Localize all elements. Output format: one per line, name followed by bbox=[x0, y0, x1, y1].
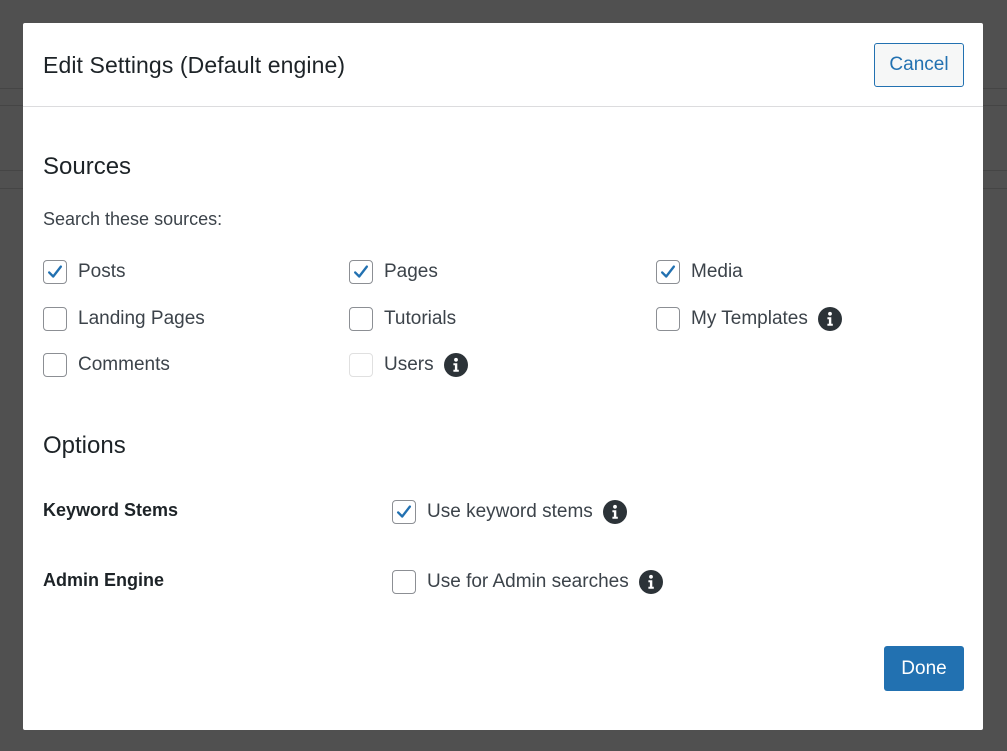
source-option-posts[interactable]: Posts bbox=[43, 259, 126, 285]
keyword-stems-checkbox-label: Use keyword stems bbox=[427, 501, 593, 522]
my-templates-checkbox[interactable] bbox=[656, 307, 680, 331]
source-option-comments[interactable]: Comments bbox=[43, 352, 170, 378]
source-label-comments: Comments bbox=[78, 354, 170, 375]
source-option-media[interactable]: Media bbox=[656, 259, 743, 285]
options-heading: Options bbox=[43, 432, 126, 459]
source-option-my-templates[interactable]: My Templates bbox=[656, 306, 842, 332]
source-label-landing-pages: Landing Pages bbox=[78, 308, 205, 329]
landing-pages-checkbox[interactable] bbox=[43, 307, 67, 331]
checkmark-icon bbox=[47, 265, 63, 278]
info-icon[interactable] bbox=[443, 353, 468, 377]
dialog-title: Edit Settings (Default engine) bbox=[43, 52, 346, 78]
source-option-pages[interactable]: Pages bbox=[349, 259, 438, 285]
tutorials-checkbox[interactable] bbox=[349, 307, 373, 331]
sources-heading: Sources bbox=[43, 153, 132, 180]
keyword-stems-checkbox[interactable] bbox=[392, 500, 416, 524]
dialog-header: Edit Settings (Default engine) Cancel bbox=[23, 23, 983, 107]
admin-engine-option[interactable]: Use for Admin searches bbox=[392, 569, 663, 595]
checkmark-icon bbox=[660, 265, 676, 278]
info-icon[interactable] bbox=[817, 307, 842, 331]
source-label-posts: Posts bbox=[78, 261, 126, 282]
cancel-button[interactable]: Cancel bbox=[874, 43, 964, 87]
checkmark-icon bbox=[396, 505, 412, 518]
admin-engine-label: Admin Engine bbox=[43, 570, 164, 590]
source-label-media: Media bbox=[691, 261, 743, 282]
source-option-users: Users bbox=[349, 352, 468, 378]
admin-searches-checkbox[interactable] bbox=[392, 570, 416, 594]
media-checkbox[interactable] bbox=[656, 260, 680, 284]
keyword-stems-label: Keyword Stems bbox=[43, 500, 179, 520]
source-label-my-templates: My Templates bbox=[691, 308, 808, 329]
source-option-tutorials[interactable]: Tutorials bbox=[349, 306, 456, 332]
source-option-landing-pages[interactable]: Landing Pages bbox=[43, 306, 205, 332]
info-icon[interactable] bbox=[638, 570, 663, 594]
source-label-tutorials: Tutorials bbox=[384, 308, 457, 329]
edit-settings-dialog: Edit Settings (Default engine) Cancel So… bbox=[23, 23, 983, 730]
source-label-pages: Pages bbox=[384, 261, 438, 282]
posts-checkbox[interactable] bbox=[43, 260, 67, 284]
sources-subheading: Search these sources: bbox=[43, 209, 223, 229]
users-checkbox bbox=[349, 353, 373, 377]
keyword-stems-option[interactable]: Use keyword stems bbox=[392, 499, 627, 525]
pages-checkbox[interactable] bbox=[349, 260, 373, 284]
info-icon[interactable] bbox=[602, 500, 627, 524]
source-label-users: Users bbox=[384, 354, 434, 375]
checkmark-icon bbox=[353, 265, 369, 278]
comments-checkbox[interactable] bbox=[43, 353, 67, 377]
done-button[interactable]: Done bbox=[884, 646, 964, 691]
admin-searches-checkbox-label: Use for Admin searches bbox=[427, 571, 629, 592]
